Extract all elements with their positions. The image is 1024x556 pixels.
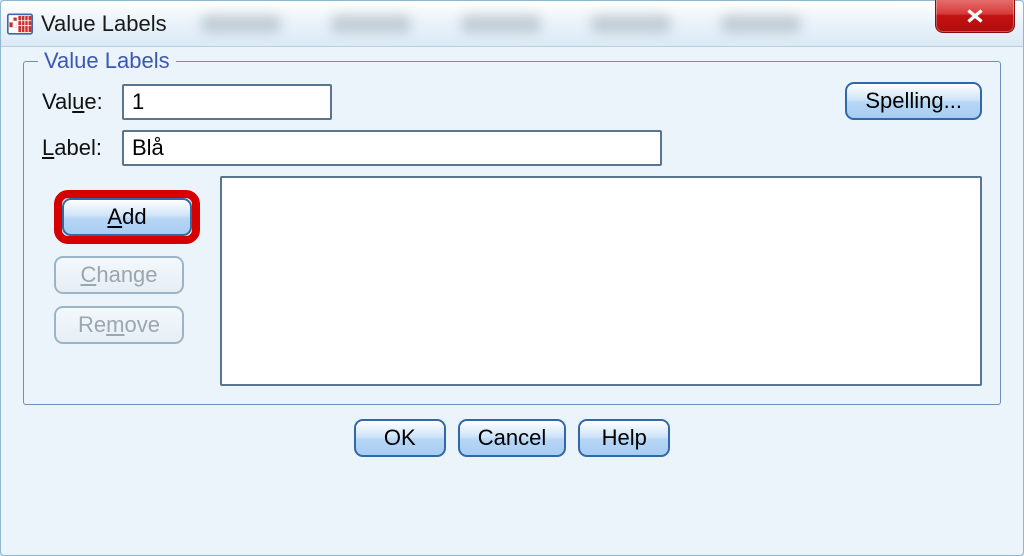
client-area: Value Labels Spelling... Value: Label: A… [1, 47, 1023, 469]
close-icon [964, 7, 986, 25]
groupbox-legend: Value Labels [38, 48, 176, 74]
spelling-button[interactable]: Spelling... [845, 82, 982, 120]
list-manage-area: Add Change Remove [42, 176, 982, 386]
label-field-label: Label: [42, 135, 122, 161]
close-button[interactable] [935, 0, 1015, 33]
window-title: Value Labels [41, 11, 167, 37]
value-labels-dialog: Value Labels Value Labels Spelling... Va… [0, 0, 1024, 556]
help-button[interactable]: Help [578, 419, 670, 457]
change-button: Change [54, 256, 184, 294]
value-input[interactable] [122, 84, 332, 120]
value-row: Value: [42, 84, 982, 120]
label-input[interactable] [122, 130, 662, 166]
label-row: Label: [42, 130, 982, 166]
value-labels-group: Value Labels Spelling... Value: Label: A… [23, 61, 1001, 405]
cancel-button[interactable]: Cancel [458, 419, 566, 457]
app-icon [7, 11, 33, 37]
add-button-highlight: Add [54, 190, 200, 244]
remove-button: Remove [54, 306, 184, 344]
value-labels-listbox[interactable] [220, 176, 982, 386]
add-button[interactable]: Add [62, 198, 192, 236]
titlebar-blur-decoration [201, 4, 801, 44]
dialog-footer: OK Cancel Help [23, 419, 1001, 457]
value-field-label: Value: [42, 89, 122, 115]
ok-button[interactable]: OK [354, 419, 446, 457]
titlebar: Value Labels [1, 1, 1023, 47]
list-manage-buttons: Add Change Remove [42, 176, 200, 386]
